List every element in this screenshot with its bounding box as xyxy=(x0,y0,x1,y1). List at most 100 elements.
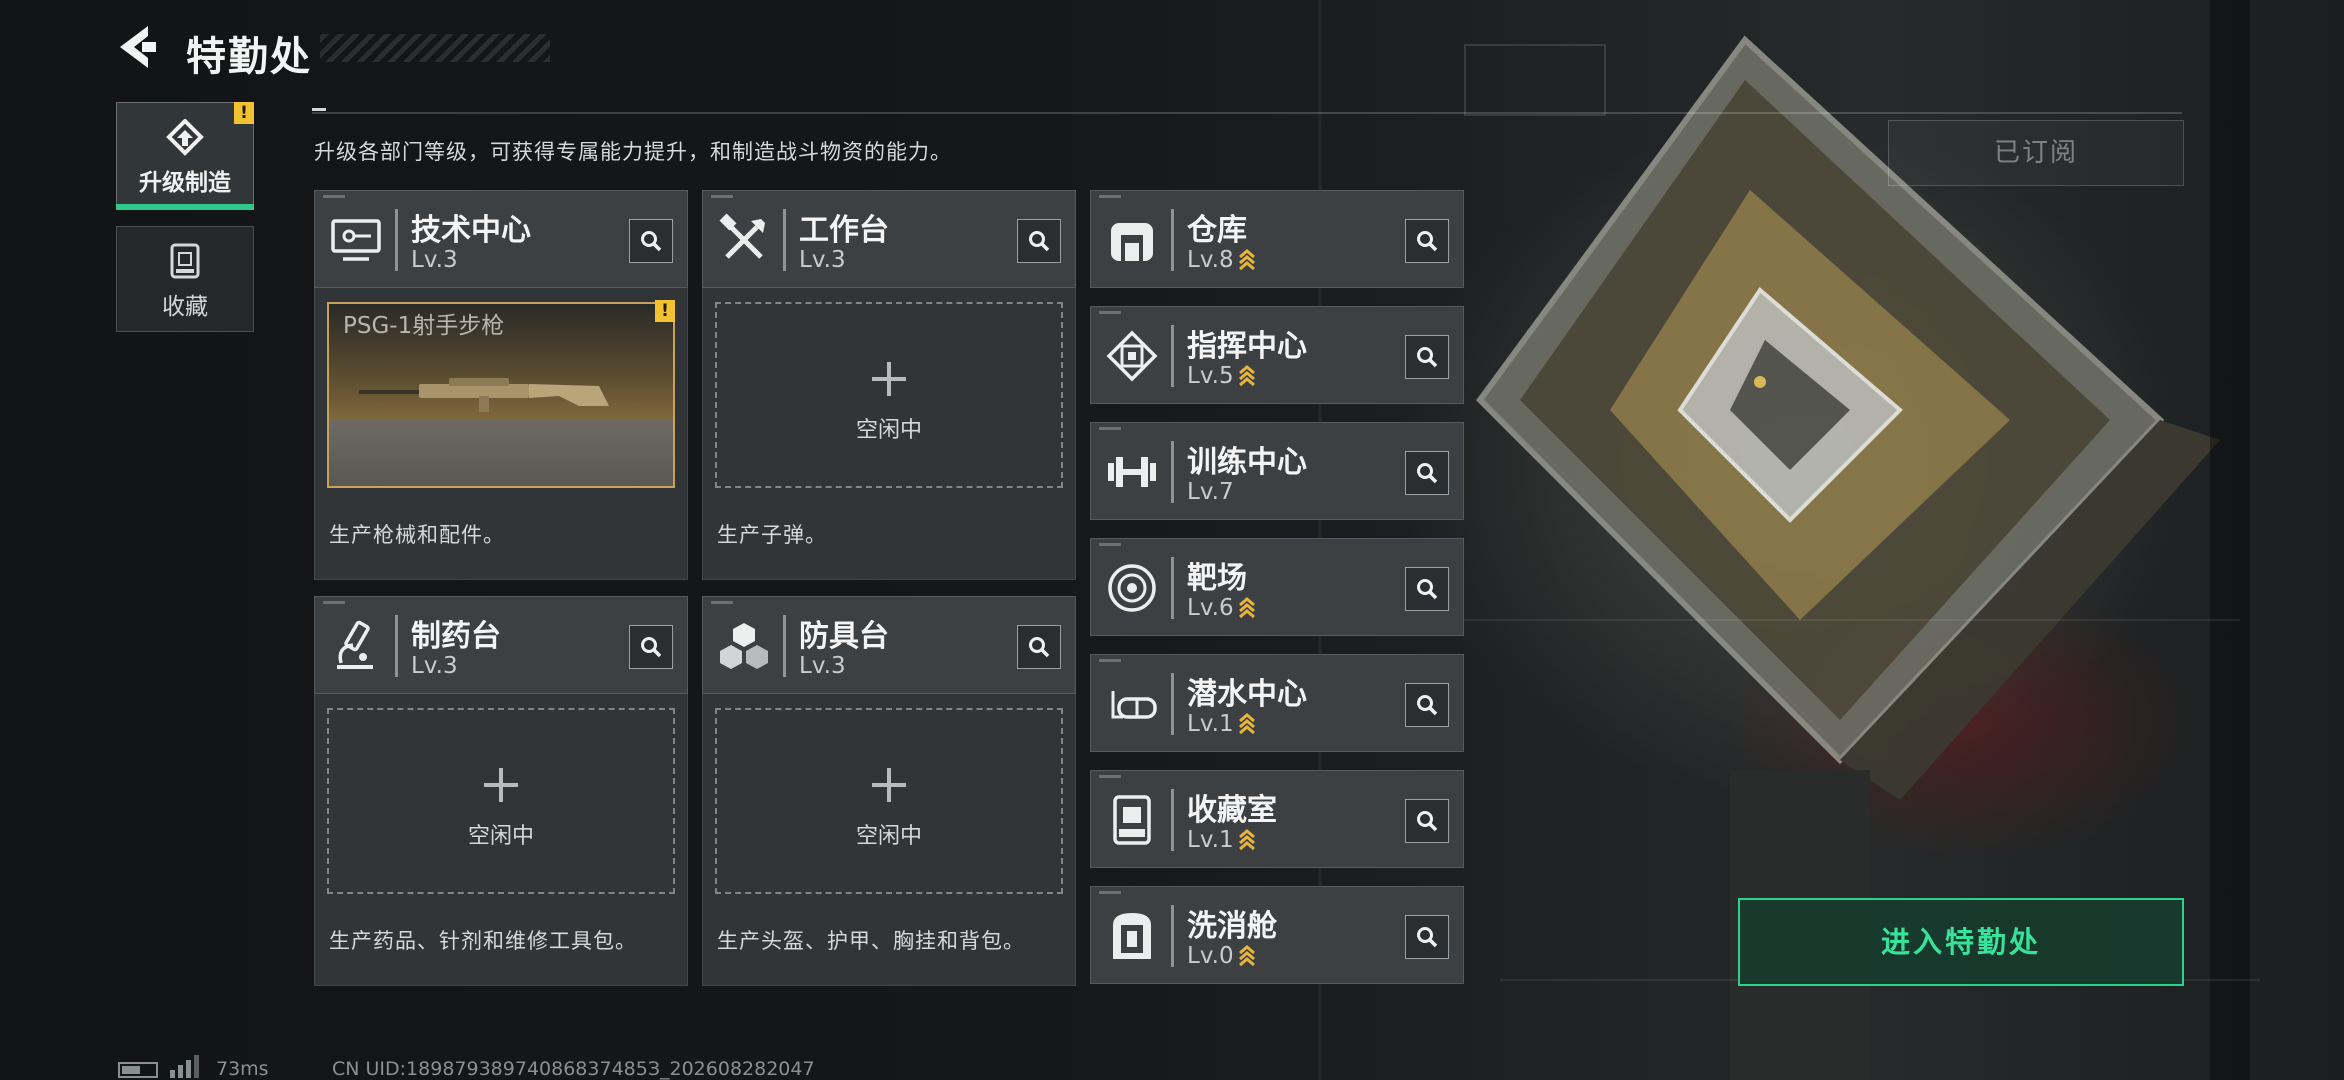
facility-level: Lv.3 xyxy=(799,653,846,679)
card-divider xyxy=(783,209,786,271)
card-divider xyxy=(1171,557,1174,619)
monitor-icon xyxy=(331,219,381,261)
facility-level: Lv.3 xyxy=(411,653,458,679)
facility-card-workbench[interactable]: 工作台 Lv.3 xyxy=(702,190,1076,288)
facility-level: Lv.3 xyxy=(799,247,846,273)
display-case-icon xyxy=(170,243,200,279)
page-description: 升级各部门等级，可获得专属能力提升，和制造战斗物资的能力。 xyxy=(314,140,952,164)
upgrade-available-icon xyxy=(1238,365,1255,386)
facility-card[interactable]: 收藏室 Lv.1 xyxy=(1090,770,1464,868)
subscribed-button[interactable]: 已订阅 xyxy=(1888,120,2184,186)
production-slot-empty[interactable]: 空闲中 xyxy=(715,302,1063,488)
item-name: PSG-1射手步枪 xyxy=(343,313,505,339)
card-code-mark xyxy=(323,601,345,604)
signal-icon xyxy=(170,1055,199,1078)
facility-card-pharmacy[interactable]: 制药台 Lv.3 xyxy=(314,596,688,694)
production-slot-empty[interactable]: 空闲中 xyxy=(715,708,1063,894)
card-code-mark xyxy=(1099,543,1121,546)
plus-icon xyxy=(484,768,518,802)
warehouse-icon xyxy=(1111,223,1153,261)
tab-upgrade-manufacture[interactable]: 升级制造 ! xyxy=(116,102,254,210)
facility-search-button[interactable] xyxy=(1405,799,1449,843)
facility-search-button[interactable] xyxy=(1405,683,1449,727)
facility-name: 制药台 xyxy=(411,619,501,654)
facility-card-armor-bench[interactable]: 防具台 Lv.3 xyxy=(702,596,1076,694)
card-divider xyxy=(395,209,398,271)
facility-level: Lv.5 xyxy=(1187,363,1256,389)
facility-name: 技术中心 xyxy=(411,213,531,248)
search-icon xyxy=(1417,579,1438,600)
slot-progress-band xyxy=(329,420,673,486)
facility-card-tech-center[interactable]: 技术中心 Lv.3 xyxy=(314,190,688,288)
plus-icon xyxy=(872,362,906,396)
facility-search-button[interactable] xyxy=(1405,335,1449,379)
tab-label: 升级制造 xyxy=(139,170,231,196)
facility-search-button[interactable] xyxy=(1017,219,1061,263)
facility-card[interactable]: 靶场 Lv.6 xyxy=(1090,538,1464,636)
facility-name: 收藏室 xyxy=(1187,793,1277,828)
divider xyxy=(312,112,2182,114)
facility-name: 训练中心 xyxy=(1187,445,1307,480)
tools-icon xyxy=(719,213,765,259)
upgrade-available-icon xyxy=(1238,249,1255,270)
card-divider xyxy=(395,615,398,677)
production-slot-empty[interactable]: 空闲中 xyxy=(327,708,675,894)
card-divider xyxy=(1171,905,1174,967)
facility-name: 靶场 xyxy=(1187,561,1247,596)
back-arrow-icon[interactable] xyxy=(112,22,162,72)
card-divider xyxy=(1171,673,1174,735)
facility-search-button[interactable] xyxy=(1405,219,1449,263)
slot-status: 空闲中 xyxy=(467,824,534,849)
facility-search-button[interactable] xyxy=(629,625,673,669)
facility-card[interactable]: 训练中心 Lv.7 xyxy=(1090,422,1464,520)
facility-level: Lv.6 xyxy=(1187,595,1256,621)
alert-badge: ! xyxy=(234,102,254,124)
facility-level: Lv.1 xyxy=(1187,711,1256,737)
card-divider xyxy=(1171,789,1174,851)
upgrade-available-icon xyxy=(1238,713,1255,734)
search-icon xyxy=(1417,231,1438,252)
facility-card[interactable]: 潜水中心 Lv.1 xyxy=(1090,654,1464,752)
slot-status: 空闲中 xyxy=(855,418,922,443)
facility-search-button[interactable] xyxy=(1405,567,1449,611)
dumbbell-icon xyxy=(1108,457,1156,487)
blocks-icon xyxy=(720,623,768,669)
card-code-mark xyxy=(323,195,345,198)
card-divider xyxy=(1171,209,1174,271)
ping-readout: 73ms xyxy=(216,1058,269,1080)
card-divider xyxy=(783,615,786,677)
title-decoration xyxy=(320,34,550,62)
facility-level: Lv.7 xyxy=(1187,479,1234,505)
enter-special-ops-button[interactable]: 进入特勤处 xyxy=(1738,898,2184,986)
facility-search-button[interactable] xyxy=(1017,625,1061,669)
tab-label: 收藏 xyxy=(162,294,208,320)
upgrade-available-icon xyxy=(1238,829,1255,850)
production-panel-tech-center: PSG-1射手步枪 ! 生产枪械和配件。 xyxy=(314,288,688,580)
target-icon xyxy=(1108,564,1156,612)
card-code-mark xyxy=(1099,195,1121,198)
card-code-mark xyxy=(1099,311,1121,314)
production-panel-workbench: 空闲中 生产子弹。 xyxy=(702,288,1076,580)
rifle-image xyxy=(359,378,609,412)
microscope-icon xyxy=(337,620,373,669)
facility-name: 洗消舱 xyxy=(1187,909,1277,944)
facility-search-button[interactable] xyxy=(629,219,673,263)
search-icon xyxy=(641,637,662,658)
facility-search-button[interactable] xyxy=(1405,451,1449,495)
facility-search-button[interactable] xyxy=(1405,915,1449,959)
display-case-icon xyxy=(1113,795,1151,845)
facility-description: 生产枪械和配件。 xyxy=(329,523,505,547)
divider-mark xyxy=(312,108,326,111)
facility-name: 工作台 xyxy=(799,213,889,248)
facility-card[interactable]: 仓库 Lv.8 xyxy=(1090,190,1464,288)
facility-card[interactable]: 洗消舱 Lv.0 xyxy=(1090,886,1464,984)
production-slot-weapon[interactable]: PSG-1射手步枪 xyxy=(327,302,675,488)
search-icon xyxy=(1417,347,1438,368)
search-icon xyxy=(1417,463,1438,484)
facility-name: 仓库 xyxy=(1187,213,1247,248)
plus-icon xyxy=(872,768,906,802)
tab-collection[interactable]: 收藏 xyxy=(116,226,254,332)
facility-card[interactable]: 指挥中心 Lv.5 xyxy=(1090,306,1464,404)
battery-icon xyxy=(118,1062,158,1078)
upgrade-available-icon xyxy=(1238,597,1255,618)
